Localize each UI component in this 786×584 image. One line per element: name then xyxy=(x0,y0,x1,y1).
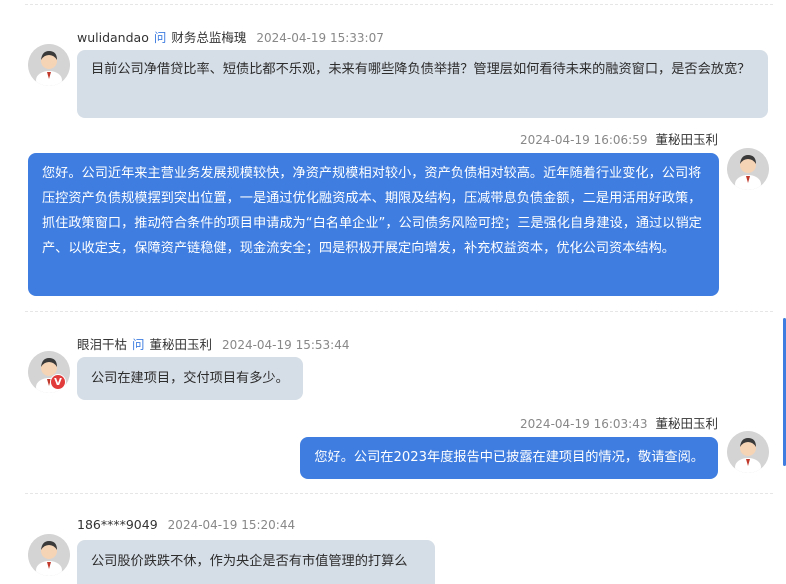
answer-meta: 2024-04-19 16:03:43 董秘田玉利 xyxy=(520,413,718,432)
question-target: 财务总监梅瑰 xyxy=(171,30,247,45)
answer-meta: 2024-04-19 16:06:59 董秘田玉利 xyxy=(520,129,718,148)
answer-time: 2024-04-19 16:06:59 xyxy=(520,133,648,147)
question-text: 目前公司净借贷比率、短债比都不乐观，未来有哪些降负债举措？管理层如何看待未来的融… xyxy=(91,62,751,77)
responder-name: 董秘田玉利 xyxy=(655,132,718,147)
asker-name[interactable]: 186****9049 xyxy=(77,517,158,532)
question-meta: wulidandao 问 财务总监梅瑰 2024-04-19 15:33:07 xyxy=(77,27,384,46)
answer-time: 2024-04-19 16:03:43 xyxy=(520,417,648,431)
user-avatar-icon[interactable] xyxy=(727,431,769,473)
answer-bubble: 您好。公司在2023年度报告中已披露在建项目的情况，敬请查阅。 xyxy=(300,437,718,479)
answer-bubble: 您好。公司近年来主营业务发展规模较快，净资产规模相对较小，资产负债相对较高。近年… xyxy=(28,153,719,296)
question-bubble: 目前公司净借贷比率、短债比都不乐观，未来有哪些降负债举措？管理层如何看待未来的融… xyxy=(77,50,768,118)
question-target: 董秘田玉利 xyxy=(149,337,213,352)
question-meta: 186****9049 2024-04-19 15:20:44 xyxy=(77,517,295,532)
question-bubble: 公司股价跌跌不休，作为央企是否有市值管理的打算么 xyxy=(77,540,435,584)
question-text: 公司在建项目，交付项目有多少。 xyxy=(91,371,289,386)
question-meta: 眼泪干枯 问 董秘田玉利 2024-04-19 15:53:44 xyxy=(77,334,350,353)
user-avatar-icon[interactable] xyxy=(28,534,70,576)
divider xyxy=(25,311,773,312)
asker-name[interactable]: 眼泪干枯 xyxy=(77,334,127,353)
answer-text: 您好。公司近年来主营业务发展规模较快，净资产规模相对较小，资产负债相对较高。近年… xyxy=(42,166,702,256)
asker-name[interactable]: wulidandao xyxy=(77,30,149,45)
question-bubble: 公司在建项目，交付项目有多少。 xyxy=(77,357,303,400)
question-time: 2024-04-19 15:20:44 xyxy=(167,518,296,532)
question-time: 2024-04-19 15:53:44 xyxy=(222,338,350,352)
question-time: 2024-04-19 15:33:07 xyxy=(256,31,384,45)
answer-text: 您好。公司在2023年度报告中已披露在建项目的情况，敬请查阅。 xyxy=(314,450,704,465)
verified-badge-icon: V xyxy=(50,374,66,390)
question-text: 公司股价跌跌不休，作为央企是否有市值管理的打算么 xyxy=(91,554,408,569)
user-avatar-icon[interactable] xyxy=(727,148,769,190)
divider xyxy=(25,493,773,494)
ask-icon: 问 xyxy=(153,30,167,45)
responder-name: 董秘田玉利 xyxy=(655,416,718,431)
user-avatar-icon[interactable] xyxy=(28,44,70,86)
ask-icon: 问 xyxy=(132,337,145,352)
divider xyxy=(25,4,773,5)
